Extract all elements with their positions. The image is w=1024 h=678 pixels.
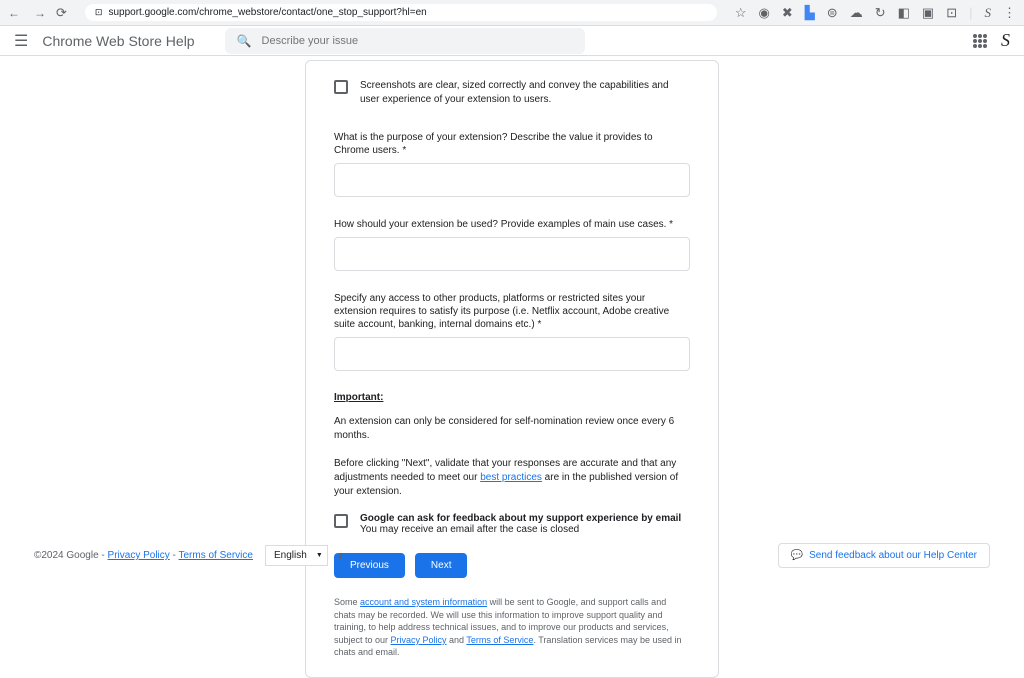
send-feedback-button[interactable]: 💬 Send feedback about our Help Center — [778, 543, 990, 568]
account-info-link[interactable]: account and system information — [360, 597, 487, 607]
footer-terms-link[interactable]: Terms of Service — [179, 550, 253, 561]
best-practices-link[interactable]: best practices — [480, 472, 542, 483]
chat-icon: 💬 — [791, 550, 803, 561]
form-card: Screenshots are clear, sized correctly a… — [305, 60, 719, 678]
star-icon[interactable]: ☆ — [735, 5, 747, 21]
toolbar-icons: ☆ ◉ ✖ ▙ ⊜ ☁ ↻ ◧ ▣ ⊡ | S ⋮ — [735, 5, 1016, 21]
divider: | — [969, 5, 972, 20]
search-box[interactable]: 🔍 — [225, 28, 585, 54]
footer-left: ©2024 Google - Privacy Policy - Terms of… — [34, 550, 253, 561]
nav-arrows: ← → — [8, 6, 46, 20]
apps-grid-icon[interactable] — [973, 34, 987, 48]
ext-icon-5[interactable]: ☁ — [850, 5, 863, 21]
ext-icon-1[interactable]: ◉ — [759, 5, 770, 21]
language-select[interactable]: English — [265, 545, 328, 566]
important-para-2: Before clicking "Next", validate that yo… — [334, 457, 690, 499]
profile-avatar[interactable]: S — [1001, 30, 1010, 51]
ext-icon-4[interactable]: ⊜ — [827, 5, 838, 21]
back-icon[interactable]: ← — [8, 6, 20, 20]
ext-icon-2[interactable]: ✖ — [782, 5, 793, 21]
feedback-subtitle: You may receive an email after the case … — [360, 524, 681, 535]
reload-icon[interactable]: ⟳ — [56, 5, 67, 21]
ext-icon-6[interactable]: ↻ — [875, 5, 886, 21]
ext-icon-7[interactable]: ◧ — [898, 5, 910, 21]
access-input[interactable] — [334, 337, 690, 371]
privacy-policy-link[interactable]: Privacy Policy — [391, 635, 447, 645]
site-info-icon[interactable]: ⊡ — [95, 7, 103, 18]
screenshots-label: Screenshots are clear, sized correctly a… — [360, 79, 690, 107]
usage-label: How should your extension be used? Provi… — [334, 218, 690, 231]
hamburger-icon[interactable]: ☰ — [14, 31, 28, 51]
feedback-title: Google can ask for feedback about my sup… — [360, 513, 681, 524]
url-text: support.google.com/chrome_webstore/conta… — [108, 7, 426, 18]
forward-icon[interactable]: → — [34, 6, 46, 20]
footer-privacy-link[interactable]: Privacy Policy — [108, 550, 170, 561]
content-area: Screenshots are clear, sized correctly a… — [0, 56, 1024, 678]
header-right: S — [973, 30, 1010, 51]
footnote: Some account and system information will… — [334, 596, 690, 659]
ext-puzzle-icon[interactable]: ⊡ — [946, 5, 957, 21]
screenshots-check-row: Screenshots are clear, sized correctly a… — [334, 79, 690, 107]
app-title: Chrome Web Store Help — [42, 33, 194, 49]
terms-link[interactable]: Terms of Service — [466, 635, 533, 645]
screenshots-checkbox[interactable] — [334, 80, 348, 94]
purpose-label: What is the purpose of your extension? D… — [334, 131, 690, 157]
important-para-1: An extension can only be considered for … — [334, 415, 690, 443]
access-label: Specify any access to other products, pl… — [334, 292, 690, 331]
menu-dots-icon[interactable]: ⋮ — [1003, 5, 1016, 21]
url-bar[interactable]: ⊡ support.google.com/chrome_webstore/con… — [85, 4, 717, 21]
feedback-check-row: Google can ask for feedback about my sup… — [334, 513, 690, 535]
app-header: ☰ Chrome Web Store Help 🔍 S — [0, 26, 1024, 56]
browser-toolbar: ← → ⟳ ⊡ support.google.com/chrome_websto… — [0, 0, 1024, 26]
feedback-checkbox[interactable] — [334, 514, 348, 528]
search-input[interactable] — [262, 35, 573, 47]
search-icon: 🔍 — [237, 34, 252, 48]
ext-icon-3[interactable]: ▙ — [805, 5, 815, 21]
page-footer: ©2024 Google - Privacy Policy - Terms of… — [0, 543, 1024, 568]
theme-toggle-icon[interactable]: ◐ — [338, 548, 346, 563]
ext-icon-8[interactable]: ▣ — [922, 5, 934, 21]
profile-icon[interactable]: S — [985, 5, 992, 21]
important-heading: Important: — [334, 392, 690, 403]
purpose-input[interactable] — [334, 163, 690, 197]
usage-input[interactable] — [334, 237, 690, 271]
